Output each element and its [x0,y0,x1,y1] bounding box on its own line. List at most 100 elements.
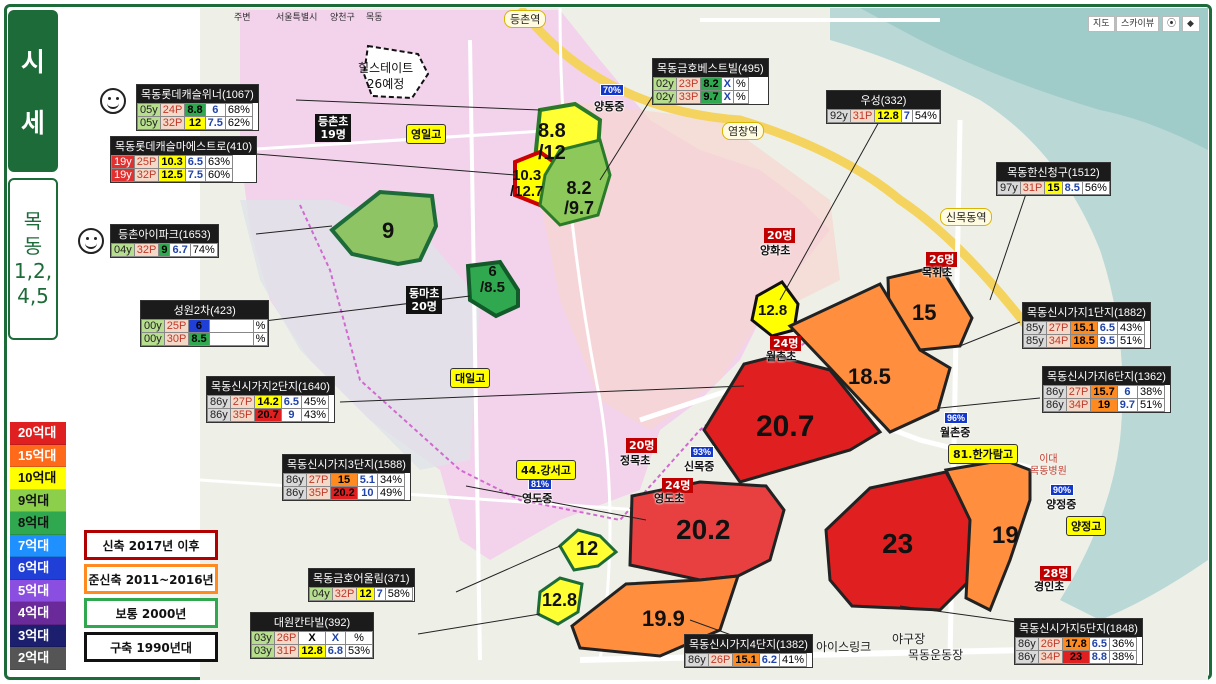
card-sigaji1[interactable]: 목동신시가지1단지(1882) 85y 27P 15.1 6.5 43% 85y 34P 1… [1022,302,1151,349]
card-row: 04y 32P 12 7 58% [309,587,413,601]
card-cell: 12.5 [158,168,186,182]
gangseo-high: 44.강서고 [516,460,576,480]
card-cell: 30P [163,332,190,346]
card-cell: 27P [229,395,256,409]
card-cell: 04y [309,587,333,601]
yeomchang-station[interactable]: 염창역 [722,122,765,140]
card-cell: 12.8 [874,109,902,123]
yanghwa-count: 20명 [764,228,796,243]
card-title: 목동한신청구(1512) [997,163,1110,181]
card-cell: 27P [1045,321,1072,335]
card-cell: 04y [111,243,135,257]
card-row: 86y 35P 20.7 9 43% [207,408,330,422]
card-hanshin-chunggu[interactable]: 목동한신청구(1512) 97y 31P 15 8.5 56% [996,162,1111,196]
card-cell: 03y [251,631,275,645]
label-128b: 12.8 [542,590,578,610]
card-woosung[interactable]: 우성(332) 92y 31P 12.8 7 54% [826,90,941,124]
card-cell: 32P [331,587,358,601]
card-cell: 58% [384,587,413,601]
skyview-button[interactable]: 스카이뷰 [1116,16,1160,32]
label-202: 20.2 [676,514,731,545]
card-cell: 86y [685,653,709,667]
card-sigaji2[interactable]: 목동신시가지2단지(1640) 86y 27P 14.2 6.5 45% 86y 35P 2… [206,376,335,423]
card-row: 85y 27P 15.1 6.5 43% [1023,321,1146,335]
card-cell: 86y [283,486,307,500]
legend-item: 3억대 [10,624,66,647]
card-table: 92y 31P 12.8 7 54% [827,109,940,123]
card-sigaji6[interactable]: 목동신시가지6단지(1362) 86y 27P 15.7 6 38% 86y 34P 19 9… [1042,366,1171,413]
card-cell: 27P [305,473,332,487]
price-tab[interactable]: 시 세 [8,10,58,172]
card-cell: 60% [205,168,234,182]
card-table: 86y 27P 15.7 6 38% 86y 34P 19 9.7 51% [1043,385,1166,412]
sinmokdong-station[interactable]: 신목동역 [940,208,993,226]
label-128a: 12.8 [758,302,788,319]
deungchon-station[interactable]: 등촌역 [504,10,547,28]
legend-item: 7억대 [10,534,66,557]
label-82: 8.2 /9.7 [564,178,595,218]
card-cell: 85y [1023,334,1047,348]
yangdong-middle: 양동중 [594,100,625,113]
card-table: 19y 25P 10.3 6.5 63% 19y 32P 12.5 7.5 60% [111,155,234,182]
card-row: 97y 31P 15 8.5 56% [997,181,1110,195]
label-88: 8.8 /12 [538,120,566,164]
card-cell: 31P [273,644,300,658]
card-cell: 33P [675,90,702,104]
card-cell: 86y [207,408,231,422]
card-cell: 6.8 [324,644,347,658]
label-9: 9 [382,218,395,243]
wolchon-elementary: 월촌초 [766,350,797,363]
card-sigaji4[interactable]: 목동신시가지4단지(1382) 86y 26P 15.1 6.2 41% [684,634,813,668]
card-sigaji3[interactable]: 목동신시가지3단지(1588) 86y 27P 15 5.1 34% 86y 35P 20.… [282,454,411,501]
card-cell: 86y [283,473,307,487]
card-row: 02y 23P 8.2 X% [653,77,749,91]
yangjeong-high: 양정고 [1066,516,1107,536]
top-label-a: 주변 [234,13,251,23]
card-daerim[interactable]: 대원칸타빌(392) 03y 26P X X% 03y 31P 12.8 6.8 53% [250,612,375,659]
yeongdo-middle: 영도중 [522,492,553,505]
daeil-high: 대일고 [450,368,491,388]
card-cell: 54% [911,109,940,123]
card-sigaji5[interactable]: 목동신시가지5단지(1848) 86y 26P 17.8 6.5 36% 86y 34P 2… [1014,618,1143,665]
location-icon[interactable]: ⦿ [1162,16,1180,32]
card-kumho-best[interactable]: 목동금호베스트빌(495) 02y 23P 8.2 X% 02y 33P 9.7 X% [652,58,769,105]
card-title: 목동신시가지6단지(1362) [1043,367,1170,385]
card-sungwon[interactable]: 성원2차(423) 00y 25P 6% 00y 30P 8.5% [140,300,270,347]
card-row: 86y 34P 23 8.8 38% [1015,650,1138,664]
card-table: 05y 24P 8.8 6 68% 05y 32P 12 7.5 62% [137,103,253,130]
map-view-button[interactable]: 지도 [1088,16,1115,32]
card-deungchon-ipark[interactable]: 등촌아이파크(1653) 04y 32P 9 6.7 74% [110,224,219,258]
card-title: 목동신시가지1단지(1882) [1023,303,1150,321]
card-cell: 26P [273,631,300,645]
layers-icon[interactable]: ◆ [1182,16,1200,32]
region-line-4: 4,5 [17,284,49,308]
card-cell: 8.8 [1088,650,1111,664]
card-row: 05y 24P 8.8 6 68% [137,103,253,117]
card-cell: 74% [189,243,218,257]
card-kumho-ourim[interactable]: 목동금호어울림(371) 04y 32P 12 7 58% [308,568,415,602]
card-cell: 17.8 [1062,637,1090,651]
card-row: 86y 27P 15.7 6 38% [1043,385,1166,399]
ice-rink-label: 아이스링크 [816,640,872,654]
card-cell: 36% [1109,637,1138,651]
top-label-d: 목동 [366,13,383,23]
card-cell: 18.5 [1070,334,1098,348]
card-cell: 35P [229,408,256,422]
card-cell: 02y [653,77,677,91]
card-cell: 6 [1116,385,1139,399]
era-semi-new: 준신축 2011~2016년 [84,564,218,594]
legend-item: 20억대 [10,422,66,445]
price-legend: 20억대 15억대 10억대 9억대 8억대 7억대 6억대 5억대 4억대 3… [10,422,66,670]
card-cell: 53% [345,644,374,658]
card-cell: 15.7 [1090,385,1118,399]
card-cell: 9.5 [1096,334,1119,348]
legend-item: 5억대 [10,579,66,602]
card-cell: 00y [141,319,165,333]
era-old: 구축 1990년대 [84,632,218,662]
card-row: 19y 32P 12.5 7.5 60% [111,168,234,182]
card-lotte-caslewiner[interactable]: 목동롯데캐슬위너(1067) 05y 24P 8.8 6 68% 05y 32P 12 7.5… [136,84,259,131]
card-row: 03y 31P 12.8 6.8 53% [251,644,374,658]
card-cell: 6.2 [758,653,781,667]
region-tab[interactable]: 목 동 1,2, 4,5 [8,178,58,340]
card-lotte-mars[interactable]: 목동롯데캐슬마에스트로(410) 19y 25P 10.3 6.5 63% 19y 32P… [110,136,257,183]
